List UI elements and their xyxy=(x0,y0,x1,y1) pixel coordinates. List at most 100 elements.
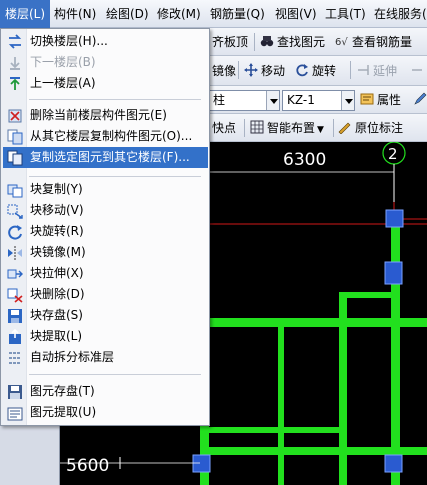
menu-item-label: 块镜像(M) xyxy=(30,245,86,259)
copy-to-floor-icon xyxy=(7,150,23,166)
rebar-quantity-icon: 6√ xyxy=(335,34,349,48)
extend-button[interactable]: 延伸 xyxy=(356,61,397,81)
grid-icon xyxy=(250,120,264,134)
menu-item-label: 图元存盘(T) xyxy=(30,384,95,398)
component-type-combo[interactable]: 柱 xyxy=(208,90,280,111)
beam-horizontal-lower[interactable] xyxy=(200,427,340,433)
menu-item-element-extract[interactable]: 图元提取(U) xyxy=(3,402,208,423)
menu-item-delete-floor-elements[interactable]: 删除当前楼层构件图元(E) xyxy=(3,105,208,126)
menu-modify[interactable]: 修改(M) xyxy=(152,0,206,28)
menu-item-block-save[interactable]: 块存盘(S) xyxy=(3,305,208,326)
toolbar-separator xyxy=(238,61,239,79)
menu-item-switch-floor[interactable]: 切换楼层(H)... xyxy=(3,31,208,52)
menu-item-label: 上一楼层(A) xyxy=(30,76,96,90)
menu-item-block-stretch[interactable]: 块拉伸(X) xyxy=(3,263,208,284)
menu-floor[interactable]: 楼层(L) xyxy=(0,0,51,28)
edit-pencil-button[interactable] xyxy=(413,90,427,110)
menu-item-block-delete[interactable]: 块删除(D) xyxy=(3,284,208,305)
menu-separator xyxy=(29,374,201,375)
menubar: 楼层(L) 构件(N) 绘图(D) 修改(M) 钢筋量(Q) 视图(V) 工具(… xyxy=(0,0,427,28)
mirror-label: 镜像 xyxy=(212,64,237,78)
column-kz1[interactable] xyxy=(384,261,403,285)
chevron-down-icon[interactable] xyxy=(341,91,354,110)
trim-button[interactable] xyxy=(410,61,427,81)
toolbar-separator xyxy=(244,119,245,137)
find-element-button[interactable]: 查找图元 xyxy=(260,32,325,52)
menu-item-block-extract[interactable]: 块提取(L) xyxy=(3,326,208,347)
move-button[interactable]: 移动 xyxy=(244,61,285,81)
menu-item-label: 块拉伸(X) xyxy=(30,266,84,280)
in-place-annotate-label: 原位标注 xyxy=(355,121,404,135)
beam-horizontal-mid[interactable] xyxy=(200,318,427,327)
menu-item-label: 块移动(V) xyxy=(30,203,84,217)
menu-item-next-floor[interactable]: 下一楼层(B) xyxy=(3,52,208,73)
pencil-icon xyxy=(413,92,427,106)
copy-from-floor-icon xyxy=(7,129,23,145)
column-kz1[interactable] xyxy=(384,454,403,473)
menu-view[interactable]: 视图(V) xyxy=(270,0,322,28)
toolbar-row-3: 柱 KZ-1 属性 xyxy=(208,86,427,114)
toolbar-separator xyxy=(254,33,255,51)
smart-place-label: 智能布置 xyxy=(267,121,316,135)
flush-top-button[interactable]: 齐板顶 xyxy=(212,32,248,52)
component-type-value: 柱 xyxy=(213,93,226,107)
dropdown-arrow-icon: ▼ xyxy=(317,125,324,135)
extend-icon xyxy=(356,63,370,77)
column-kz1[interactable] xyxy=(192,454,211,473)
block-delete-icon xyxy=(7,287,23,303)
menu-rebar-quantity[interactable]: 钢筋量(Q) xyxy=(205,0,270,28)
in-place-annotate-button[interactable]: 原位标注 xyxy=(338,118,403,138)
smart-place-button[interactable]: 智能布置 ▼ xyxy=(250,118,324,138)
properties-button[interactable]: 属性 xyxy=(360,90,401,110)
block-move-icon xyxy=(7,203,23,219)
menu-online-service[interactable]: 在线服务(S) xyxy=(369,0,427,28)
beam-vertical-inner-2[interactable] xyxy=(278,327,284,485)
menu-tools[interactable]: 工具(T) xyxy=(320,0,371,28)
menu-item-label: 块复制(Y) xyxy=(30,182,83,196)
component-name-value: KZ-1 xyxy=(287,93,315,107)
switch-floor-icon xyxy=(7,34,23,50)
column-kz1[interactable] xyxy=(385,209,404,228)
menu-item-element-save[interactable]: 图元存盘(T) xyxy=(3,381,208,402)
binoculars-icon xyxy=(260,34,274,48)
properties-label: 属性 xyxy=(377,93,402,107)
menu-item-label: 块存盘(S) xyxy=(30,308,83,322)
element-extract-icon xyxy=(7,405,23,421)
flush-top-label: 齐板顶 xyxy=(212,35,249,49)
block-save-icon xyxy=(7,308,23,324)
quick-point-button[interactable]: 快点 xyxy=(212,118,236,138)
move-icon xyxy=(244,63,258,77)
menu-draw[interactable]: 绘图(D) xyxy=(101,0,154,28)
menu-item-block-copy[interactable]: 块复制(Y) xyxy=(3,179,208,200)
menu-item-block-move[interactable]: 块移动(V) xyxy=(3,200,208,221)
prev-floor-icon xyxy=(7,76,23,92)
menu-item-copy-from-floor[interactable]: 从其它楼层复制构件图元(O)... xyxy=(3,126,208,147)
chevron-down-icon[interactable] xyxy=(266,91,279,110)
menu-item-label: 复制选定图元到其它楼层(F)... xyxy=(30,150,190,164)
view-rebar-label: 查看钢筋量 xyxy=(352,35,413,49)
menu-item-label: 从其它楼层复制构件图元(O)... xyxy=(30,129,193,143)
beam-vertical-inner[interactable] xyxy=(341,327,347,485)
mirror-button[interactable]: 镜像 xyxy=(212,61,236,81)
menu-item-prev-floor[interactable]: 上一楼层(A) xyxy=(3,73,208,94)
menu-component[interactable]: 构件(N) xyxy=(49,0,101,28)
quick-point-label: 快点 xyxy=(212,121,237,135)
toolbar-row-2: 镜像 移动 旋转 延伸 xyxy=(210,56,427,86)
menu-item-auto-split-floor[interactable]: 自动拆分标准层 xyxy=(3,347,208,368)
component-name-combo[interactable]: KZ-1 xyxy=(282,90,355,111)
beam-vertical-right[interactable] xyxy=(391,212,400,485)
annotate-icon xyxy=(338,120,352,135)
menu-item-block-mirror[interactable]: 块镜像(M) xyxy=(3,242,208,263)
menu-item-copy-to-floor[interactable]: 复制选定图元到其它楼层(F)... xyxy=(3,147,208,168)
rotate-button[interactable]: 旋转 xyxy=(295,61,336,81)
beam-horizontal-upper[interactable] xyxy=(343,292,398,298)
menu-item-label: 自动拆分标准层 xyxy=(30,350,115,364)
rotate-label: 旋转 xyxy=(312,64,337,78)
menu-item-label: 块旋转(R) xyxy=(30,224,84,238)
menu-item-block-rotate[interactable]: 块旋转(R) xyxy=(3,221,208,242)
menu-item-label: 块删除(D) xyxy=(30,287,85,301)
view-rebar-button[interactable]: 6√ 查看钢筋量 xyxy=(335,32,412,52)
beam-horizontal-bottom[interactable] xyxy=(200,447,427,455)
svg-text:6√: 6√ xyxy=(335,37,348,48)
next-floor-icon xyxy=(7,55,23,71)
